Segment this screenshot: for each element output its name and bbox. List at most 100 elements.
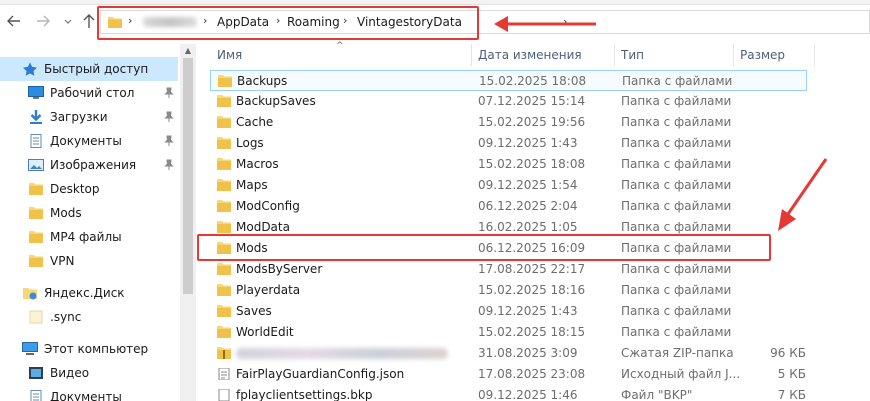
file-name: Logs bbox=[236, 136, 264, 150]
sidebar-item-quick-access[interactable]: Быстрый доступ bbox=[0, 57, 178, 81]
file-date: 15.02.2025 18:08 bbox=[478, 157, 586, 171]
file-type: Папка с файлами bbox=[621, 199, 732, 213]
sidebar-item-downloads[interactable]: Загрузки bbox=[0, 105, 178, 129]
folder-icon bbox=[29, 183, 43, 195]
file-row[interactable]: ModsByServer 17.08.2025 22:17 Папка с фа… bbox=[210, 259, 807, 280]
file-date: 17.08.2025 22:17 bbox=[478, 262, 586, 276]
file-date: 06.12.2025 2:04 bbox=[478, 199, 578, 213]
arrow-right-icon bbox=[37, 15, 50, 27]
file-row[interactable]: Logs 09.12.2025 1:43 Папка с файлами bbox=[210, 133, 807, 154]
sidebar-item-mods[interactable]: Mods bbox=[0, 201, 178, 225]
desktop-icon bbox=[28, 86, 44, 99]
sidebar-item-desktop-folder[interactable]: Desktop bbox=[0, 177, 178, 201]
file-date: 09.12.2025 1:43 bbox=[478, 304, 578, 318]
file-date: 06.12.2025 16:09 bbox=[478, 241, 586, 255]
file-row[interactable]: ModData 16.02.2025 1:05 Папка с файлами bbox=[210, 217, 807, 238]
file-row[interactable]: BackupSaves 07.12.2025 15:14 Папка с фай… bbox=[210, 91, 807, 112]
file-row[interactable]: Playerdata 15.02.2025 18:16 Папка с файл… bbox=[210, 280, 807, 301]
pin-icon[interactable] bbox=[163, 87, 175, 99]
file-type: Файл "BKP" bbox=[621, 388, 693, 401]
folder-icon bbox=[218, 75, 232, 87]
file-icon bbox=[29, 310, 43, 324]
blurred-file-name bbox=[236, 348, 448, 359]
pin-icon[interactable] bbox=[163, 135, 175, 147]
column-header-size[interactable]: Размер bbox=[734, 44, 814, 66]
star-icon bbox=[23, 62, 37, 76]
file-name: Macros bbox=[236, 157, 279, 171]
file-row[interactable]: 31.08.2025 3:09 Сжатая ZIP-папка 96 КБ bbox=[210, 343, 807, 364]
cloud-drive-icon bbox=[23, 288, 37, 300]
file-type: Папка с файлами bbox=[621, 304, 732, 318]
breadcrumb-roaming[interactable]: Roaming bbox=[287, 15, 340, 29]
file-row[interactable]: Macros 15.02.2025 18:08 Папка с файлами bbox=[210, 154, 807, 175]
file-type: Папка с файлами bbox=[622, 74, 733, 88]
column-divider[interactable] bbox=[814, 44, 815, 66]
sidebar-item-desktop[interactable]: Рабочий стол bbox=[0, 81, 178, 105]
forward-button[interactable] bbox=[35, 12, 51, 30]
folder-icon bbox=[217, 116, 231, 128]
sidebar-item-documents[interactable]: Документы bbox=[0, 129, 178, 153]
file-date: 07.12.2025 15:14 bbox=[478, 94, 586, 108]
file-date: 15.02.2025 18:16 bbox=[478, 283, 586, 297]
file-row[interactable]: Backups 15.02.2025 18:08 Папка с файлами bbox=[210, 70, 807, 91]
file-name: Cache bbox=[236, 115, 274, 129]
file-row[interactable]: fplayclientsettings.bkp 09.12.2025 1:46 … bbox=[210, 385, 807, 401]
pin-icon[interactable] bbox=[163, 111, 175, 123]
file-date: 09.12.2025 1:43 bbox=[478, 136, 578, 150]
folder-icon bbox=[217, 179, 231, 191]
file-type: Папка с файлами bbox=[621, 115, 732, 129]
file-name: FairPlayGuardianConfig.json bbox=[236, 367, 405, 381]
file-row[interactable]: Saves 09.12.2025 1:43 Папка с файлами bbox=[210, 301, 807, 322]
pin-icon[interactable] bbox=[163, 159, 175, 171]
file-type: Сжатая ZIP-папка bbox=[621, 346, 734, 360]
sidebar-item-mp4[interactable]: MP4 файлы bbox=[0, 225, 178, 249]
file-type: Папка с файлами bbox=[621, 94, 732, 108]
file-row-mods[interactable]: Mods 06.12.2025 16:09 Папка с файлами bbox=[210, 238, 807, 259]
file-type: Папка с файлами bbox=[621, 262, 732, 276]
column-header-date[interactable]: Дата изменения bbox=[472, 44, 614, 66]
file-type: Папка с файлами bbox=[621, 241, 732, 255]
file-row[interactable]: Maps 09.12.2025 1:54 Папка с файлами bbox=[210, 175, 807, 196]
sidebar-item-videos[interactable]: Видео bbox=[0, 361, 178, 385]
video-icon bbox=[29, 367, 43, 379]
computer-icon bbox=[22, 342, 38, 355]
folder-icon bbox=[217, 284, 231, 296]
recent-locations-button[interactable] bbox=[60, 12, 76, 30]
sidebar-item-pc-documents[interactable]: Документы bbox=[0, 385, 178, 401]
address-bar[interactable]: › › AppData › Roaming › VintagestoryData… bbox=[100, 10, 870, 34]
scroll-up-icon[interactable]: ▲ bbox=[180, 46, 196, 56]
column-header-type[interactable]: Тип bbox=[615, 44, 733, 66]
file-name: WorldEdit bbox=[236, 325, 294, 339]
file-name: Mods bbox=[236, 241, 268, 255]
sidebar-item-vpn[interactable]: VPN bbox=[0, 249, 178, 273]
file-size: 5 КБ bbox=[777, 367, 806, 381]
sidebar-item-yandex-disk[interactable]: Яндекс.Диск bbox=[0, 281, 178, 305]
scrollbar-thumb[interactable] bbox=[183, 58, 193, 294]
file-row[interactable]: FairPlayGuardianConfig.json 17.08.2025 2… bbox=[210, 364, 807, 385]
file-type: Папка с файлами bbox=[621, 157, 732, 171]
sidebar-scrollbar[interactable]: ▲ bbox=[180, 44, 196, 401]
file-row[interactable]: ModConfig 06.12.2025 2:04 Папка с файлам… bbox=[210, 196, 807, 217]
breadcrumb-vintagestorydata[interactable]: VintagestoryData bbox=[357, 15, 462, 29]
ribbon-edge bbox=[0, 0, 870, 5]
json-file-icon bbox=[218, 368, 230, 380]
back-button[interactable] bbox=[6, 12, 22, 30]
file-row[interactable]: Cache 15.02.2025 19:56 Папка с файлами bbox=[210, 112, 807, 133]
sort-ascending-icon: ^ bbox=[336, 41, 344, 51]
file-name: Saves bbox=[236, 304, 272, 318]
folder-icon bbox=[29, 255, 43, 267]
sidebar-item-this-pc[interactable]: Этот компьютер bbox=[0, 337, 178, 361]
file-date: 15.02.2025 19:56 bbox=[478, 115, 586, 129]
sidebar-item-pictures[interactable]: Изображения bbox=[0, 153, 178, 177]
breadcrumb-chevron-icon[interactable]: › bbox=[563, 15, 567, 28]
blurred-username bbox=[143, 17, 197, 27]
breadcrumb-separator: › bbox=[203, 14, 208, 27]
file-date: 09.12.2025 1:54 bbox=[478, 178, 578, 192]
breadcrumb-appdata[interactable]: AppData bbox=[217, 15, 269, 29]
image-icon bbox=[28, 159, 44, 171]
sidebar-item-sync[interactable]: .sync bbox=[0, 305, 178, 329]
up-button[interactable] bbox=[81, 12, 97, 30]
file-row[interactable]: WorldEdit 15.02.2025 18:15 Папка с файла… bbox=[210, 322, 807, 343]
file-name: ModsByServer bbox=[236, 262, 323, 276]
folder-icon bbox=[217, 326, 231, 338]
